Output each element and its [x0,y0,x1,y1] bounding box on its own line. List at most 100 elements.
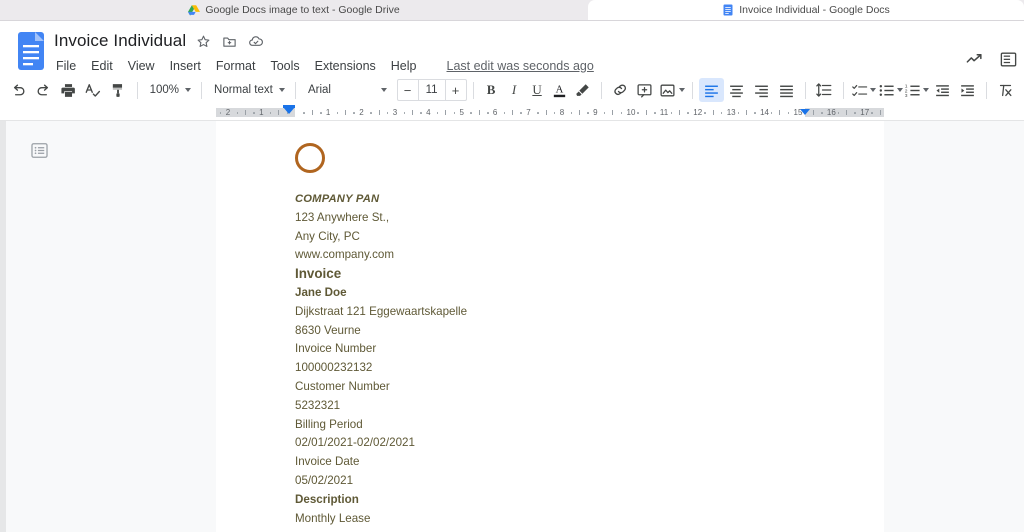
align-center-icon[interactable] [724,78,749,102]
text-color-icon[interactable]: A [549,78,570,102]
align-left-icon[interactable] [699,78,724,102]
paragraph-style-value: Normal text [214,84,273,96]
document-paragraph: Description [295,491,805,510]
menu-edit[interactable]: Edit [91,59,113,73]
document-paragraph: COMPANY PAN [295,190,805,209]
svg-text:3: 3 [905,92,908,98]
ruler-tick-mark [245,110,246,115]
clear-formatting-icon[interactable] [993,78,1018,102]
zoom-dropdown[interactable]: 100% [144,79,195,101]
print-icon[interactable] [56,78,81,102]
ruler-tick-mark [312,110,313,115]
formatting-toolbar: 100% Normal text Arial − 11 + B I U A [0,75,1024,105]
checklist-icon[interactable] [850,78,877,102]
right-indent-marker[interactable] [800,109,810,115]
document-paragraph: Dijkstraat 121 Eggewaartskapelle [295,303,805,322]
chevron-down-icon[interactable] [679,88,685,92]
ruler-tick-mark [821,112,823,114]
document-paragraph: 100000232132 [295,359,805,378]
undo-icon[interactable] [6,78,31,102]
underline-button[interactable]: U [526,78,549,102]
document-title[interactable]: Invoice Individual [54,31,186,51]
ruler-tick-mark [646,110,647,115]
highlight-icon[interactable] [570,78,595,102]
chevron-down-icon[interactable] [897,88,903,92]
header-right-actions [964,49,1018,69]
cloud-saved-icon[interactable] [247,33,264,50]
ruler[interactable]: 211234567891011121314151617 [0,105,1024,121]
document-paragraph: Invoice Number [295,340,805,359]
star-icon[interactable] [195,33,212,50]
insert-image-icon[interactable] [657,78,686,102]
font-size-increase-button[interactable]: + [446,80,466,100]
menu-help[interactable]: Help [391,59,417,73]
document-outline-icon[interactable] [28,139,50,161]
paragraph-style-dropdown[interactable]: Normal text [208,79,289,101]
bold-button[interactable]: B [480,78,503,102]
menu-tools[interactable]: Tools [270,59,299,73]
ruler-tick-mark [546,110,547,115]
ruler-tick-mark [587,112,589,114]
ruler-tick-mark [880,110,881,115]
ruler-tick-label: 6 [493,108,497,117]
bulleted-list-icon[interactable] [877,78,904,102]
activity-dashboard-icon[interactable] [964,49,984,69]
font-size-value[interactable]: 11 [418,80,446,100]
menu-file[interactable]: File [56,59,76,73]
last-edit-status[interactable]: Last edit was seconds ago [447,59,594,73]
ruler-tick-mark [512,110,513,115]
toolbar-divider [473,82,474,99]
ruler-tick-label: 1 [326,108,330,117]
ruler-tick-mark [738,112,740,114]
ruler-tick-label: 2 [226,108,230,117]
browser-tab-drive[interactable]: Google Docs image to text - Google Drive [0,0,588,20]
document-paragraph: Any City, PC [295,228,805,247]
ruler-tick-mark [237,112,239,114]
ruler-tick-mark [571,112,573,114]
ruler-tick-mark [470,112,472,114]
align-right-icon[interactable] [749,78,774,102]
browser-tab-label: Google Docs image to text - Google Drive [205,4,399,16]
ruler-tick-mark [412,110,413,115]
ruler-tick-label: 5 [460,108,464,117]
document-paragraph: 5232321 [295,397,805,416]
redo-icon[interactable] [31,78,56,102]
line-spacing-icon[interactable] [812,78,837,102]
ruler-tick-label: 7 [526,108,530,117]
document-body[interactable]: COMPANY PAN123 Anywhere St.,Any City, PC… [216,143,884,528]
ruler-tick-mark [654,112,656,114]
menu-format[interactable]: Format [216,59,256,73]
zoom-value: 100% [150,84,179,96]
numbered-list-icon[interactable]: 1 2 3 [903,78,930,102]
align-justify-icon[interactable] [774,78,799,102]
menu-bar: File Edit View Insert Format Tools Exten… [56,55,594,77]
decrease-indent-icon[interactable] [930,78,955,102]
document-paragraph: 05/02/2021 [295,472,805,491]
document-page[interactable]: COMPANY PAN123 Anywhere St.,Any City, PC… [216,121,884,532]
drive-icon [188,4,200,16]
italic-button[interactable]: I [503,78,526,102]
move-to-folder-icon[interactable] [221,33,238,50]
paint-format-icon[interactable] [106,78,131,102]
ruler-tick-mark [353,112,355,114]
left-indent-marker[interactable] [283,107,295,114]
chevron-down-icon[interactable] [923,88,929,92]
add-comment-icon[interactable] [632,78,657,102]
link-icon[interactable] [608,78,633,102]
font-size-decrease-button[interactable]: − [398,80,418,100]
ruler-tick-label: 9 [593,108,597,117]
browser-tab-docs[interactable]: Invoice Individual - Google Docs [588,0,1024,20]
font-family-dropdown[interactable]: Arial [302,79,391,101]
menu-view[interactable]: View [128,59,155,73]
side-panel-icon[interactable] [998,49,1018,69]
document-paragraph: Customer Number [295,378,805,397]
increase-indent-icon[interactable] [955,78,980,102]
font-size-stepper[interactable]: − 11 + [397,79,467,101]
google-docs-logo-icon[interactable] [16,31,46,71]
toolbar-divider [137,82,138,99]
menu-insert[interactable]: Insert [170,59,201,73]
spellcheck-icon[interactable] [81,78,106,102]
toolbar-divider [295,82,296,99]
chevron-down-icon[interactable] [870,88,876,92]
menu-extensions[interactable]: Extensions [315,59,376,73]
